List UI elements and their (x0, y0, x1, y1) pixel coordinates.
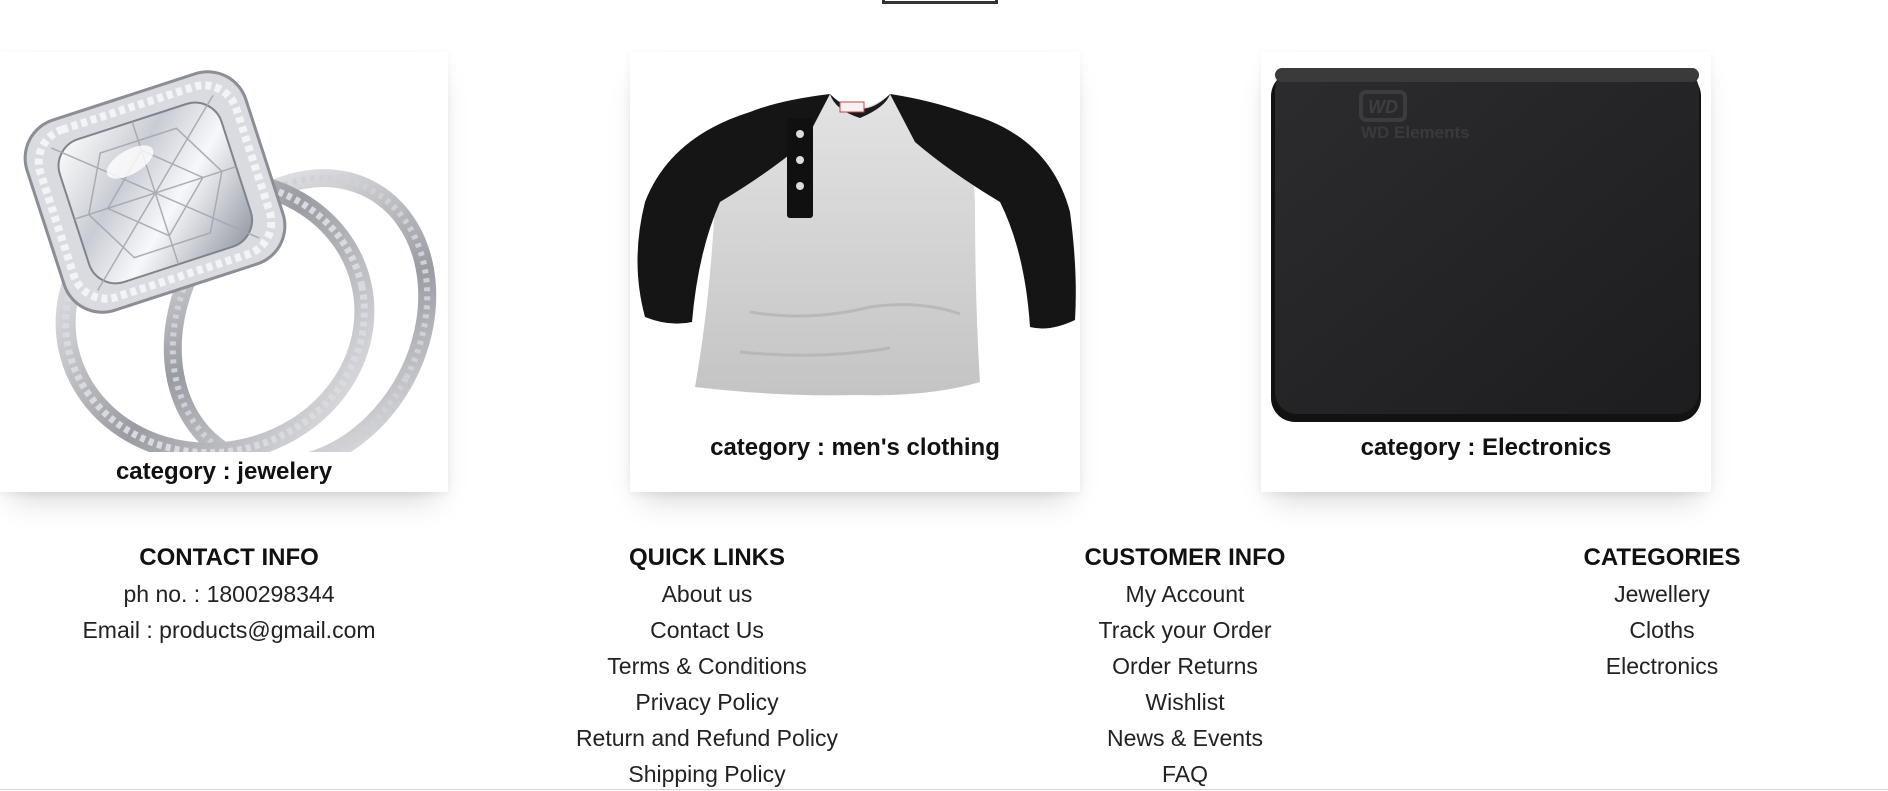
footer-categories: CATEGORIES Jewellery Cloths Electronics (1462, 540, 1862, 684)
footer-column-title: CATEGORIES (1583, 544, 1741, 571)
footer-link-terms[interactable]: Terms & Conditions (507, 648, 907, 684)
footer-link-cloths[interactable]: Cloths (1462, 612, 1862, 648)
footer-customer-info: CUSTOMER INFO My Account Track your Orde… (985, 540, 1385, 791)
product-image[interactable] (630, 52, 1080, 432)
page: category : jewelery category: men's clo… (0, 0, 1888, 791)
footer-link-order-returns[interactable]: Order Returns (985, 648, 1385, 684)
contact-phone: ph no. : 1800298344 (123, 581, 335, 607)
footer-quick-links: QUICK LINKS About us Contact Us Terms & … (507, 540, 907, 791)
footer-link-news-events[interactable]: News & Events (985, 720, 1385, 756)
card-caption: category : jewelery (115, 458, 333, 485)
wd-logo-text: WD (1368, 97, 1398, 117)
category-card-mens-clothing[interactable]: category : men's clothing (630, 52, 1080, 492)
product-image[interactable]: WD WD Elements (1261, 52, 1711, 432)
footer-link-return-refund[interactable]: Return and Refund Policy (507, 720, 907, 756)
site-footer: CONTACT INFO ph no. : 1800298344 Email :… (0, 540, 1888, 791)
footer-divider (0, 789, 1888, 790)
footer-column-title: CUSTOMER INFO (1084, 544, 1286, 571)
diamond-ring-image (23, 70, 437, 452)
footer-link-wishlist[interactable]: Wishlist (985, 684, 1385, 720)
category-card-jewelery[interactable]: category : jewelery (0, 52, 448, 492)
contact-email: Email : products@gmail.com (82, 617, 376, 643)
footer-column-title: QUICK LINKS (629, 544, 785, 571)
product-image[interactable] (0, 52, 448, 452)
top-tab-edge (882, 0, 998, 4)
footer-link-privacy[interactable]: Privacy Policy (507, 684, 907, 720)
category-card-electronics[interactable]: WD WD Elements category : Electronics (1261, 52, 1711, 492)
footer-link-contact-us[interactable]: Contact Us (507, 612, 907, 648)
card-caption: category : men's clothing (710, 434, 1000, 461)
card-caption: category : Electronics (1360, 434, 1612, 461)
wd-external-hard-drive-image: WD WD Elements (1271, 68, 1701, 422)
footer-link-about-us[interactable]: About us (507, 576, 907, 612)
footer-link-jewellery[interactable]: Jewellery (1462, 576, 1862, 612)
raglan-henley-shirt-image (637, 94, 1076, 396)
footer-link-track-order[interactable]: Track your Order (985, 612, 1385, 648)
footer-contact-info: CONTACT INFO ph no. : 1800298344 Email :… (29, 540, 429, 648)
footer-link-faq[interactable]: FAQ (985, 756, 1385, 791)
footer-link-shipping[interactable]: Shipping Policy (507, 756, 907, 791)
footer-link-my-account[interactable]: My Account (985, 576, 1385, 612)
footer-column-title: CONTACT INFO (139, 544, 319, 571)
footer-link-electronics[interactable]: Electronics (1462, 648, 1862, 684)
wd-elements-text: WD Elements (1361, 123, 1470, 142)
